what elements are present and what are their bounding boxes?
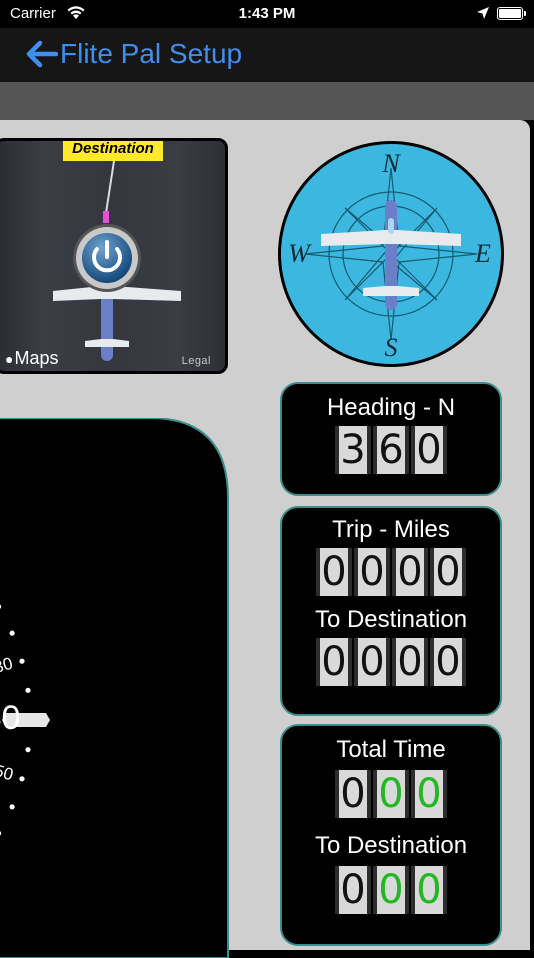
- maps-label: Maps: [14, 348, 59, 368]
- trip-digits: 0 0 0 0: [282, 548, 500, 596]
- time-gauge: Total Time 0 0 0 To Destination 0 0 0: [280, 724, 502, 946]
- status-bar: Carrier 1:43 PM: [0, 0, 534, 28]
- trip-digit: 0: [392, 548, 428, 596]
- heading-digits: 3 6 0: [282, 426, 500, 474]
- heading-digit: 6: [373, 426, 409, 474]
- apple-maps-logo: ● Maps: [5, 348, 58, 369]
- time-digit: 0: [335, 770, 371, 818]
- time-destination-digit: 0: [411, 866, 447, 914]
- trip-title: Trip - Miles: [332, 516, 450, 543]
- time-destination-digit: 0: [373, 866, 409, 914]
- trip-digit: 0: [354, 548, 390, 596]
- speed-tick: [19, 776, 25, 782]
- location-arrow-icon: [477, 7, 489, 19]
- trip-destination-title: To Destination: [314, 606, 468, 633]
- map-overlay: [53, 160, 181, 361]
- time-digit: 0: [373, 770, 409, 818]
- trip-destination-digit: 0: [354, 638, 390, 686]
- destination-marker: [103, 211, 109, 223]
- time-destination-digits: 0 0 0: [282, 866, 500, 914]
- back-button[interactable]: Flite Pal Setup: [26, 36, 242, 72]
- trip-digit: 0: [316, 548, 352, 596]
- speed-tick: [9, 804, 15, 810]
- heading-title: Heading - N: [326, 394, 456, 421]
- trip-destination-digits: 0 0 0 0: [282, 638, 500, 686]
- trip-destination-digit: 0: [392, 638, 428, 686]
- trip-destination-digit: 0: [316, 638, 352, 686]
- heading-digit: 0: [411, 426, 447, 474]
- compass-north: N: [381, 149, 401, 178]
- speed-tick: [9, 630, 15, 636]
- trip-gauge: Trip - Miles 0 0 0 0 To Destination 0 0 …: [280, 506, 502, 716]
- time-destination-title: To Destination: [314, 832, 468, 859]
- speed-label: 240: [0, 699, 20, 737]
- compass-west: W: [288, 239, 312, 268]
- compass-south: S: [385, 333, 398, 362]
- back-arrow-icon: [26, 40, 58, 68]
- compass-east: E: [474, 239, 491, 268]
- clock: 1:43 PM: [238, 5, 296, 22]
- apple-logo-icon: ●: [5, 350, 14, 367]
- time-digits: 0 0 0: [282, 770, 500, 818]
- heading-gauge: Heading - N 3 6 0: [280, 382, 502, 496]
- speed-tick: [19, 658, 25, 664]
- trip-digit: 0: [430, 548, 466, 596]
- compass: N E S W: [278, 141, 504, 367]
- header-divider: [0, 82, 534, 120]
- battery-icon: [497, 7, 526, 20]
- navigation-bar: Flite Pal Setup: [0, 28, 534, 82]
- speedometer: 1802403001701902002102202302502602702802…: [0, 418, 229, 958]
- back-button-label: Flite Pal Setup: [60, 38, 243, 69]
- time-destination-digit: 0: [335, 866, 371, 914]
- time-digit: 0: [411, 770, 447, 818]
- time-title: Total Time: [336, 736, 446, 763]
- power-button[interactable]: [73, 224, 141, 292]
- speed-tick: [25, 687, 31, 693]
- map-preview[interactable]: Destination ● Maps Legal: [0, 138, 228, 374]
- trip-destination-digit: 0: [430, 638, 466, 686]
- legal-link[interactable]: Legal: [182, 355, 211, 367]
- destination-line: [105, 160, 115, 214]
- speed-tick: [25, 747, 31, 753]
- heading-digit: 3: [335, 426, 371, 474]
